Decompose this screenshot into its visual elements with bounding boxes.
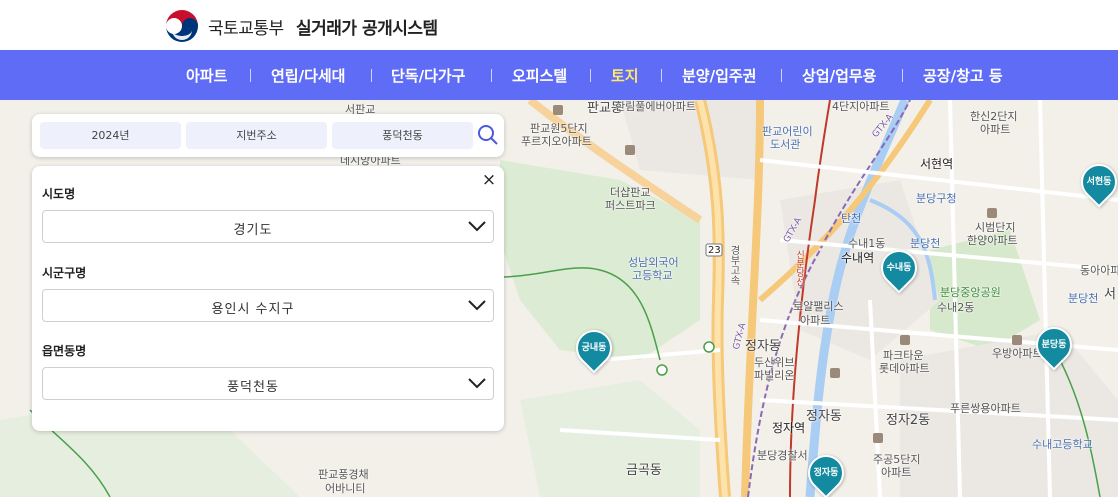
district-value: 용인시 수지구: [211, 302, 295, 317]
nav-divider: [491, 69, 492, 82]
pin-bundang-label[interactable]: 분당동: [1036, 340, 1072, 351]
chevron-down-icon: [468, 300, 486, 311]
map-label-bundang-cheon2: 분당천: [1068, 292, 1099, 305]
province-select[interactable]: 경기도: [42, 210, 494, 243]
government-logo-icon[interactable]: [164, 8, 200, 44]
map-label-seongnam1: 성남외국어: [628, 256, 679, 269]
map-label-sunae2: 수내2동: [937, 301, 975, 314]
site-header: 국토교통부 실거래가 공개시스템: [0, 0, 1118, 50]
map-label-jeongja-station: 정자역: [772, 421, 806, 435]
map-label-tancheon: 탄천: [841, 212, 862, 225]
map-label-sibeom: 시범단지: [975, 221, 1016, 234]
map-label-sunae1: 수내1동: [848, 237, 886, 250]
map-label-sunae-station: 수내역: [841, 251, 875, 265]
nav-divider: [371, 69, 372, 82]
nav-divider: [250, 69, 251, 82]
district-select[interactable]: 용인시 수지구: [42, 289, 494, 322]
town-label: 읍면동명: [42, 344, 87, 358]
map-label-deshap2: 퍼스트파크: [605, 199, 656, 212]
pin-gungnae-label[interactable]: 궁내동: [576, 343, 612, 354]
nav-divider: [590, 69, 591, 82]
province-value: 경기도: [233, 223, 273, 238]
map-label-pangyo-pung1: 판교풍경채: [318, 468, 369, 481]
map-label-pangyo-kids: 판교어린이: [762, 125, 813, 138]
map-label-hanlim: 한림풀에버아파트: [615, 100, 696, 113]
map-label-royal2: 아파트: [800, 314, 831, 327]
map-label-dusan1: 두산위브: [754, 356, 795, 369]
chevron-down-icon: [468, 221, 486, 232]
map-label-pangyo5: 판교원5단지: [530, 122, 588, 135]
pin-seohyeon-label[interactable]: 서현동: [1081, 177, 1117, 188]
map-label-pureuji: 푸르지오아파트: [521, 135, 592, 148]
map-label-sinbundang: 신분당선: [794, 250, 804, 286]
map-label-hansin2: 한신2단지: [970, 110, 1018, 123]
district-label: 시군구명: [42, 266, 87, 280]
map-label-park1: 파크타운: [883, 349, 924, 362]
nav-presale[interactable]: 분양/입주권: [682, 65, 756, 86]
map-label-deshap1: 더샵판교: [610, 186, 651, 199]
map-label-bundang-cheon: 분당천: [910, 237, 941, 250]
map-label-jeongja2: 정자2동: [886, 413, 931, 428]
map-label-purun: 푸른쌍용아파트: [950, 402, 1021, 415]
map-label-hanyang: 한양아파트: [967, 234, 1018, 247]
map-label-dongal: 동아아파: [1080, 264, 1118, 277]
map-label-seohyeon-station: 서현역: [920, 157, 954, 171]
nav-factory[interactable]: 공장/창고 등: [923, 65, 1003, 86]
org-name[interactable]: 국토교통부: [208, 14, 284, 39]
nav-divider: [902, 69, 903, 82]
map-label-bundang-gu: 분당구청: [916, 192, 957, 205]
year-selector[interactable]: 2024년: [40, 122, 181, 149]
map-label-apt4: 4단지아파트: [832, 100, 890, 113]
address-type-selector[interactable]: 지번주소: [186, 122, 327, 149]
pin-jeongja-label[interactable]: 정자동: [808, 468, 844, 479]
chevron-down-icon: [468, 378, 486, 389]
map-label-bundang-seo: 서: [1104, 287, 1116, 302]
nav-officetel[interactable]: 오피스텔: [512, 65, 567, 86]
dong-selector[interactable]: 풍덕천동: [332, 122, 473, 149]
region-filter-panel: × 시도명 경기도 시군구명 용인시 수지구 읍면동명 풍덕천동: [32, 166, 504, 431]
nav-rowhouse[interactable]: 연립/다세대: [271, 65, 345, 86]
nav-commercial[interactable]: 상업/업무용: [802, 65, 876, 86]
map-label-bundang-police: 분당경찰서: [757, 449, 808, 462]
map-label-gyeongbu: 경부고속: [728, 245, 739, 285]
map-label-jugong1: 주공5단지: [873, 453, 921, 466]
province-label: 시도명: [42, 187, 76, 201]
map-label-apt-a: 아파트: [980, 123, 1011, 136]
map-label-sunae-school: 수내고등학교: [1032, 438, 1093, 451]
map-label-pangyo-pung2: 어바니티: [325, 482, 366, 495]
main-nav: 아파트 연립/다세대 단독/다가구 오피스텔 토지 분양/입주권 상업/업무용 …: [0, 50, 1118, 100]
map-label-jeongja-dong: 정자동: [806, 409, 842, 424]
search-icon[interactable]: [477, 124, 499, 146]
close-button[interactable]: ×: [481, 170, 497, 190]
nav-detached[interactable]: 단독/다가구: [391, 65, 465, 86]
map-label-seongnam2: 고등학교: [632, 269, 673, 282]
map-label-dusan2: 파빌리온: [754, 369, 795, 382]
nav-divider: [661, 69, 662, 82]
map-label-central-park: 분당중앙공원: [940, 286, 1001, 299]
system-title[interactable]: 실거래가 공개시스템: [296, 14, 438, 39]
town-select[interactable]: 풍덕천동: [42, 367, 494, 400]
road-23-label: 23: [708, 245, 721, 256]
nav-apartment[interactable]: 아파트: [186, 65, 227, 86]
nav-divider: [781, 69, 782, 82]
pin-sunae-label[interactable]: 수내동: [881, 263, 917, 274]
map-label-jugong2: 아파트: [881, 466, 912, 479]
map-label-library: 도서관: [770, 138, 801, 151]
search-bar: 2024년 지번주소 풍덕천동: [32, 114, 504, 157]
map-label-jeongja-north: 정자동: [745, 339, 781, 354]
map-label-geumgok: 금곡동: [626, 463, 662, 478]
map-label-royal1: 로얄팰리스: [793, 300, 844, 313]
map-label-park2: 롯데아파트: [879, 362, 930, 375]
town-value: 풍덕천동: [227, 380, 279, 395]
nav-land[interactable]: 토지: [611, 65, 639, 86]
